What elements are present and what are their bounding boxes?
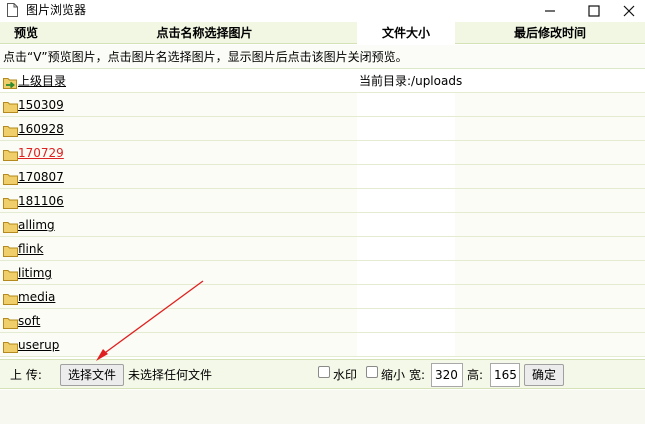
folder-link[interactable]: 181106 [18,193,64,209]
title-bar: 图片浏览器 [0,0,645,22]
bottom-area [0,390,645,424]
table-row: allimg [0,213,645,237]
height-input[interactable] [490,363,520,387]
table-row: litimg [0,261,645,285]
height-label: 高: [467,368,484,382]
folder-link[interactable]: 160928 [18,121,64,137]
table-row: media [0,285,645,309]
width-input[interactable] [431,363,463,387]
table-row: 170729 [0,141,645,165]
width-label: 宽: [409,368,426,382]
folder-icon [3,270,18,281]
confirm-button[interactable]: 确定 [524,364,564,386]
folder-link[interactable]: 170729 [18,145,64,161]
table-row: flink [0,237,645,261]
no-file-selected-text: 未选择任何文件 [128,368,213,382]
folder-icon [3,174,18,185]
folder-icon [3,294,18,305]
table-row: userup [0,333,645,357]
folder-icon [3,222,18,233]
folder-icon [3,342,18,353]
folder-link[interactable]: 170807 [18,169,64,185]
close-button[interactable] [607,0,645,22]
file-list: 上级目录 当前目录:/uploads 150309 160928 170729 … [0,69,645,357]
minimize-icon [545,10,555,12]
table-row: 170807 [0,165,645,189]
column-size: 文件大小 [357,22,455,44]
usage-hint: 点击“V”预览图片，点击图片名选择图片，显示图片后点击该图片关闭预览。 [0,45,645,69]
thumbnail-checkbox[interactable] [366,366,378,378]
column-preview: 预览 [13,26,38,40]
folder-link[interactable]: media [18,289,55,305]
thumbnail-label: 缩小 [381,368,406,382]
close-icon [623,5,635,17]
folder-link[interactable]: soft [18,313,40,329]
table-row: soft [0,309,645,333]
folder-icon [3,318,18,329]
folder-link[interactable]: flink [18,241,43,257]
parent-directory-link[interactable]: 上级目录 [18,73,66,89]
folder-icon [3,126,18,137]
folder-icon [3,150,18,161]
upload-label: 上 传: [10,368,42,382]
folder-link[interactable]: litimg [18,265,52,281]
column-name: 点击名称选择图片 [156,26,253,40]
folder-icon [3,246,18,257]
table-header: 预览 点击名称选择图片 文件大小 最后修改时间 [0,22,645,44]
column-modified: 最后修改时间 [513,26,586,40]
table-row: 181106 [0,189,645,213]
maximize-icon [588,5,600,17]
current-directory: 当前目录:/uploads [359,74,463,88]
window-title: 图片浏览器 [26,3,87,17]
choose-file-button[interactable]: 选择文件 [60,364,124,386]
file-icon [7,3,18,17]
watermark-checkbox[interactable] [318,366,330,378]
parent-folder-icon [3,78,17,89]
upload-bar: 上 传: 选择文件 未选择任何文件 水印 缩小 宽: 高: 确定 [0,359,645,389]
folder-icon [3,198,18,209]
minimize-button[interactable] [528,0,572,22]
folder-link[interactable]: 150309 [18,97,64,113]
folder-link[interactable]: allimg [18,217,55,233]
table-row: 160928 [0,117,645,141]
table-row: 上级目录 当前目录:/uploads [0,69,645,93]
table-row: 150309 [0,93,645,117]
folder-icon [3,102,18,113]
folder-link[interactable]: userup [18,337,59,353]
watermark-label: 水印 [333,368,358,382]
